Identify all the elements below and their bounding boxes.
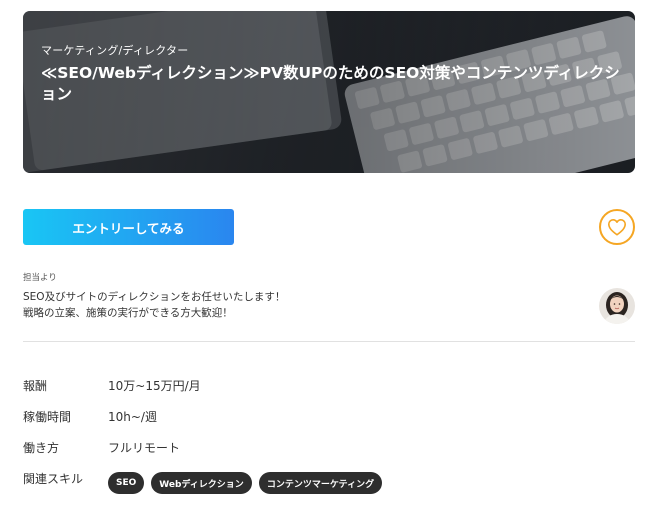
- message-line: 戦略の立案、施策の実行ができる方大歓迎！: [23, 307, 233, 319]
- recruiter-message: SEO及びサイトのディレクションをお任せいたします！ 戦略の立案、施策の実行がで…: [23, 289, 285, 321]
- skill-tag-web-direction[interactable]: Webディレクション: [151, 472, 252, 494]
- skill-tag-content-marketing[interactable]: コンテンツマーケティング: [258, 472, 383, 494]
- reward-label: 報酬: [23, 379, 48, 393]
- hours-label: 稼働時間: [23, 410, 72, 424]
- section-divider: [23, 341, 635, 342]
- recruiter-avatar: [599, 288, 635, 324]
- job-hero-banner: マーケティング/ディレクター ≪SEO/Webディレクション≫PV数UPのための…: [23, 11, 635, 173]
- skills-label: 関連スキル: [23, 472, 84, 486]
- hours-value: 10h~/週: [108, 410, 157, 424]
- work-style-value: フルリモート: [108, 441, 181, 455]
- skill-tag-seo[interactable]: SEO: [108, 472, 145, 494]
- work-style-label: 働き方: [23, 441, 60, 455]
- contact-label: 担当より: [23, 273, 57, 283]
- favorite-button[interactable]: [599, 209, 635, 245]
- job-title: ≪SEO/Webディレクション≫PV数UPのためのSEO対策やコンテンツディレク…: [41, 64, 620, 103]
- heart-icon: [607, 218, 626, 236]
- skill-tags: SEO Webディレクション コンテンツマーケティング: [108, 472, 383, 494]
- entry-button[interactable]: エントリーしてみる: [23, 209, 234, 245]
- reward-value: 10万~15万円/月: [108, 379, 201, 393]
- job-category: マーケティング/ディレクター: [41, 44, 189, 57]
- message-line: SEO及びサイトのディレクションをお任せいたします！: [23, 291, 286, 303]
